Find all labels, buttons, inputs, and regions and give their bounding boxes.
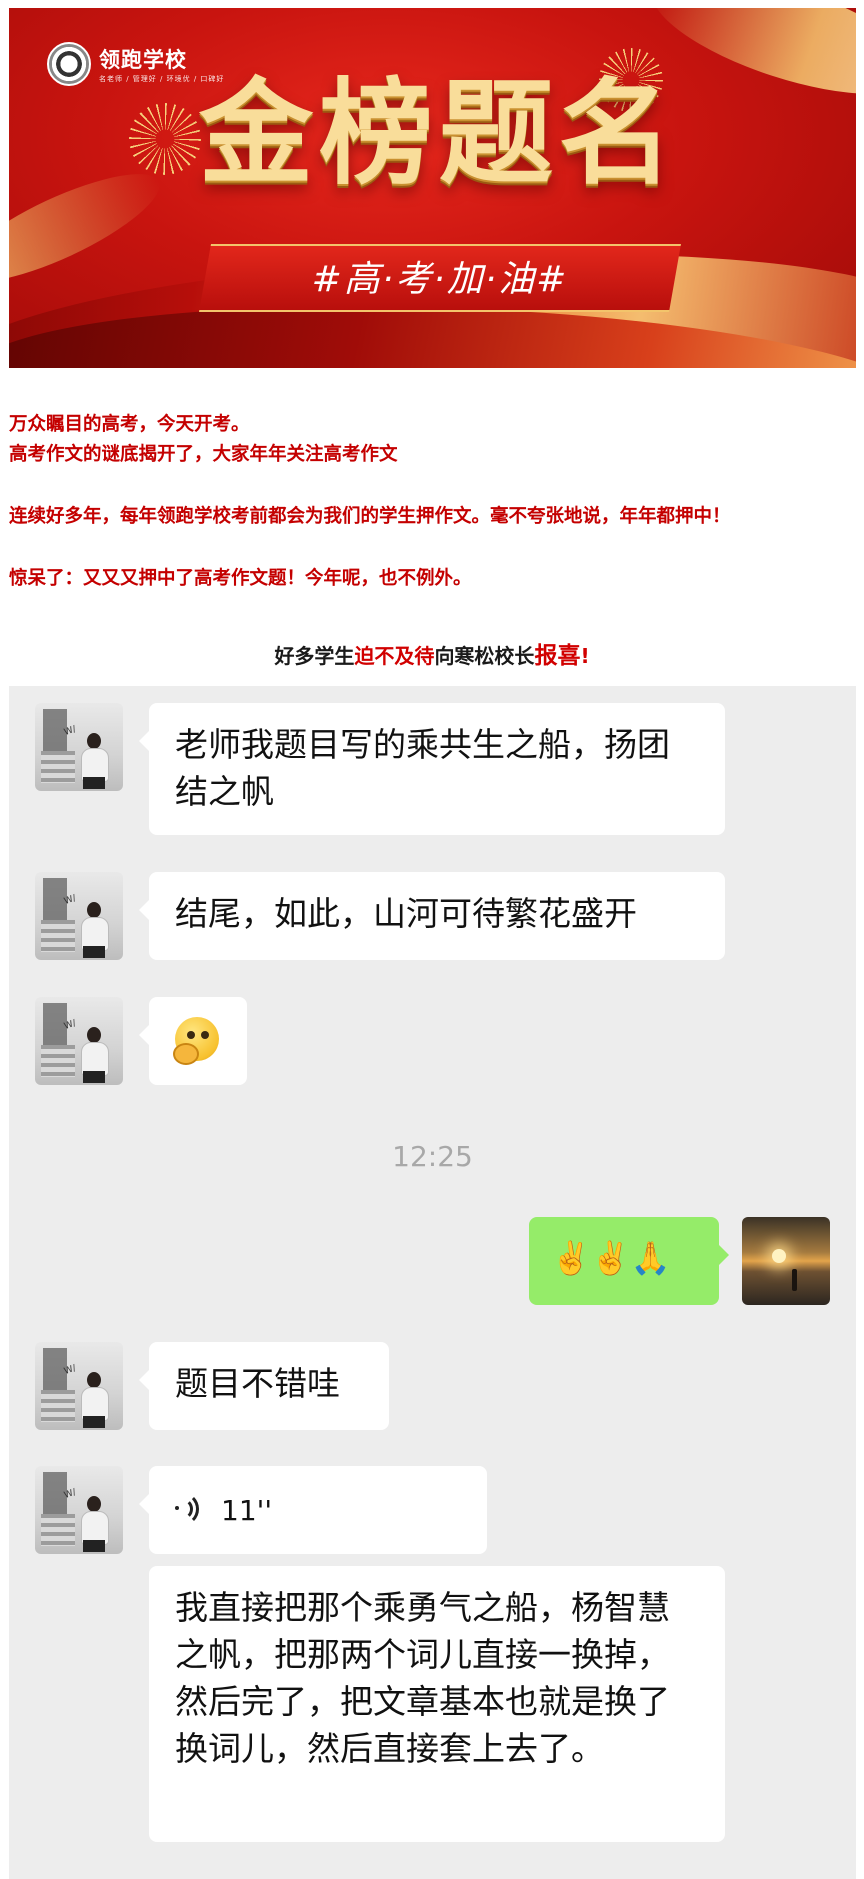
voice-wave-icon xyxy=(175,1492,205,1526)
self-avatar[interactable] xyxy=(742,1217,830,1305)
chat-bubble-self[interactable]: ✌️✌️🙏 xyxy=(529,1217,729,1305)
student-avatar[interactable]: W/ xyxy=(35,872,123,960)
chat-screenshot: W/ 老师我题目写的乘共生之船，扬团结之帆 W/ 结尾，如此，山河可待繁花盛开 … xyxy=(9,686,856,1879)
chat-bubble[interactable]: 我直接把那个乘勇气之船，杨智慧之帆，把那两个词儿直接一换掉，然后完了，把文章基本… xyxy=(149,1566,725,1842)
voice-message[interactable]: 11'' xyxy=(139,1466,487,1554)
banner-slogan: #高·考·加·油# xyxy=(311,259,569,300)
section-heading: 好多学生迫不及待向寒松校长报喜! xyxy=(274,643,590,669)
article-paragraph: 高考作文的谜底揭开了，大家年年关注高考作文 xyxy=(9,444,398,465)
article-paragraph: 连续好多年，每年领跑学校考前都会为我们的学生押作文。毫不夸张地说，年年都押中！ xyxy=(9,506,731,527)
student-avatar[interactable]: W/ xyxy=(35,997,123,1085)
chat-bubble[interactable]: 题目不错哇 xyxy=(139,1342,389,1430)
student-avatar[interactable]: W/ xyxy=(35,703,123,791)
article-paragraph: 惊呆了：又又又押中了高考作文题！今年呢，也不例外。 xyxy=(9,568,472,589)
banner-gold-ribbon-left xyxy=(9,154,172,302)
article-body: 万众瞩目的高考，今天开考。 高考作文的谜底揭开了，大家年年关注高考作文 连续好多… xyxy=(9,410,856,594)
school-emblem-icon xyxy=(47,42,91,86)
student-avatar[interactable]: W/ xyxy=(35,1466,123,1554)
chat-timestamp: 12:25 xyxy=(392,1140,473,1173)
thinking-face-icon xyxy=(173,1017,219,1065)
article-paragraph: 万众瞩目的高考，今天开考。 xyxy=(9,414,250,435)
chat-bubble-emoji[interactable] xyxy=(139,997,247,1085)
hero-banner: 领跑学校 名老师 / 管理好 / 环境优 / 口碑好 金榜题名 #高·考·加·油… xyxy=(9,8,856,368)
banner-headline: 金榜题名 xyxy=(198,66,679,200)
chat-bubble[interactable]: 结尾，如此，山河可待繁花盛开 xyxy=(139,872,725,960)
chat-bubble[interactable]: 老师我题目写的乘共生之船，扬团结之帆 xyxy=(139,703,725,835)
student-avatar[interactable]: W/ xyxy=(35,1342,123,1430)
voice-duration: 11'' xyxy=(221,1493,273,1527)
